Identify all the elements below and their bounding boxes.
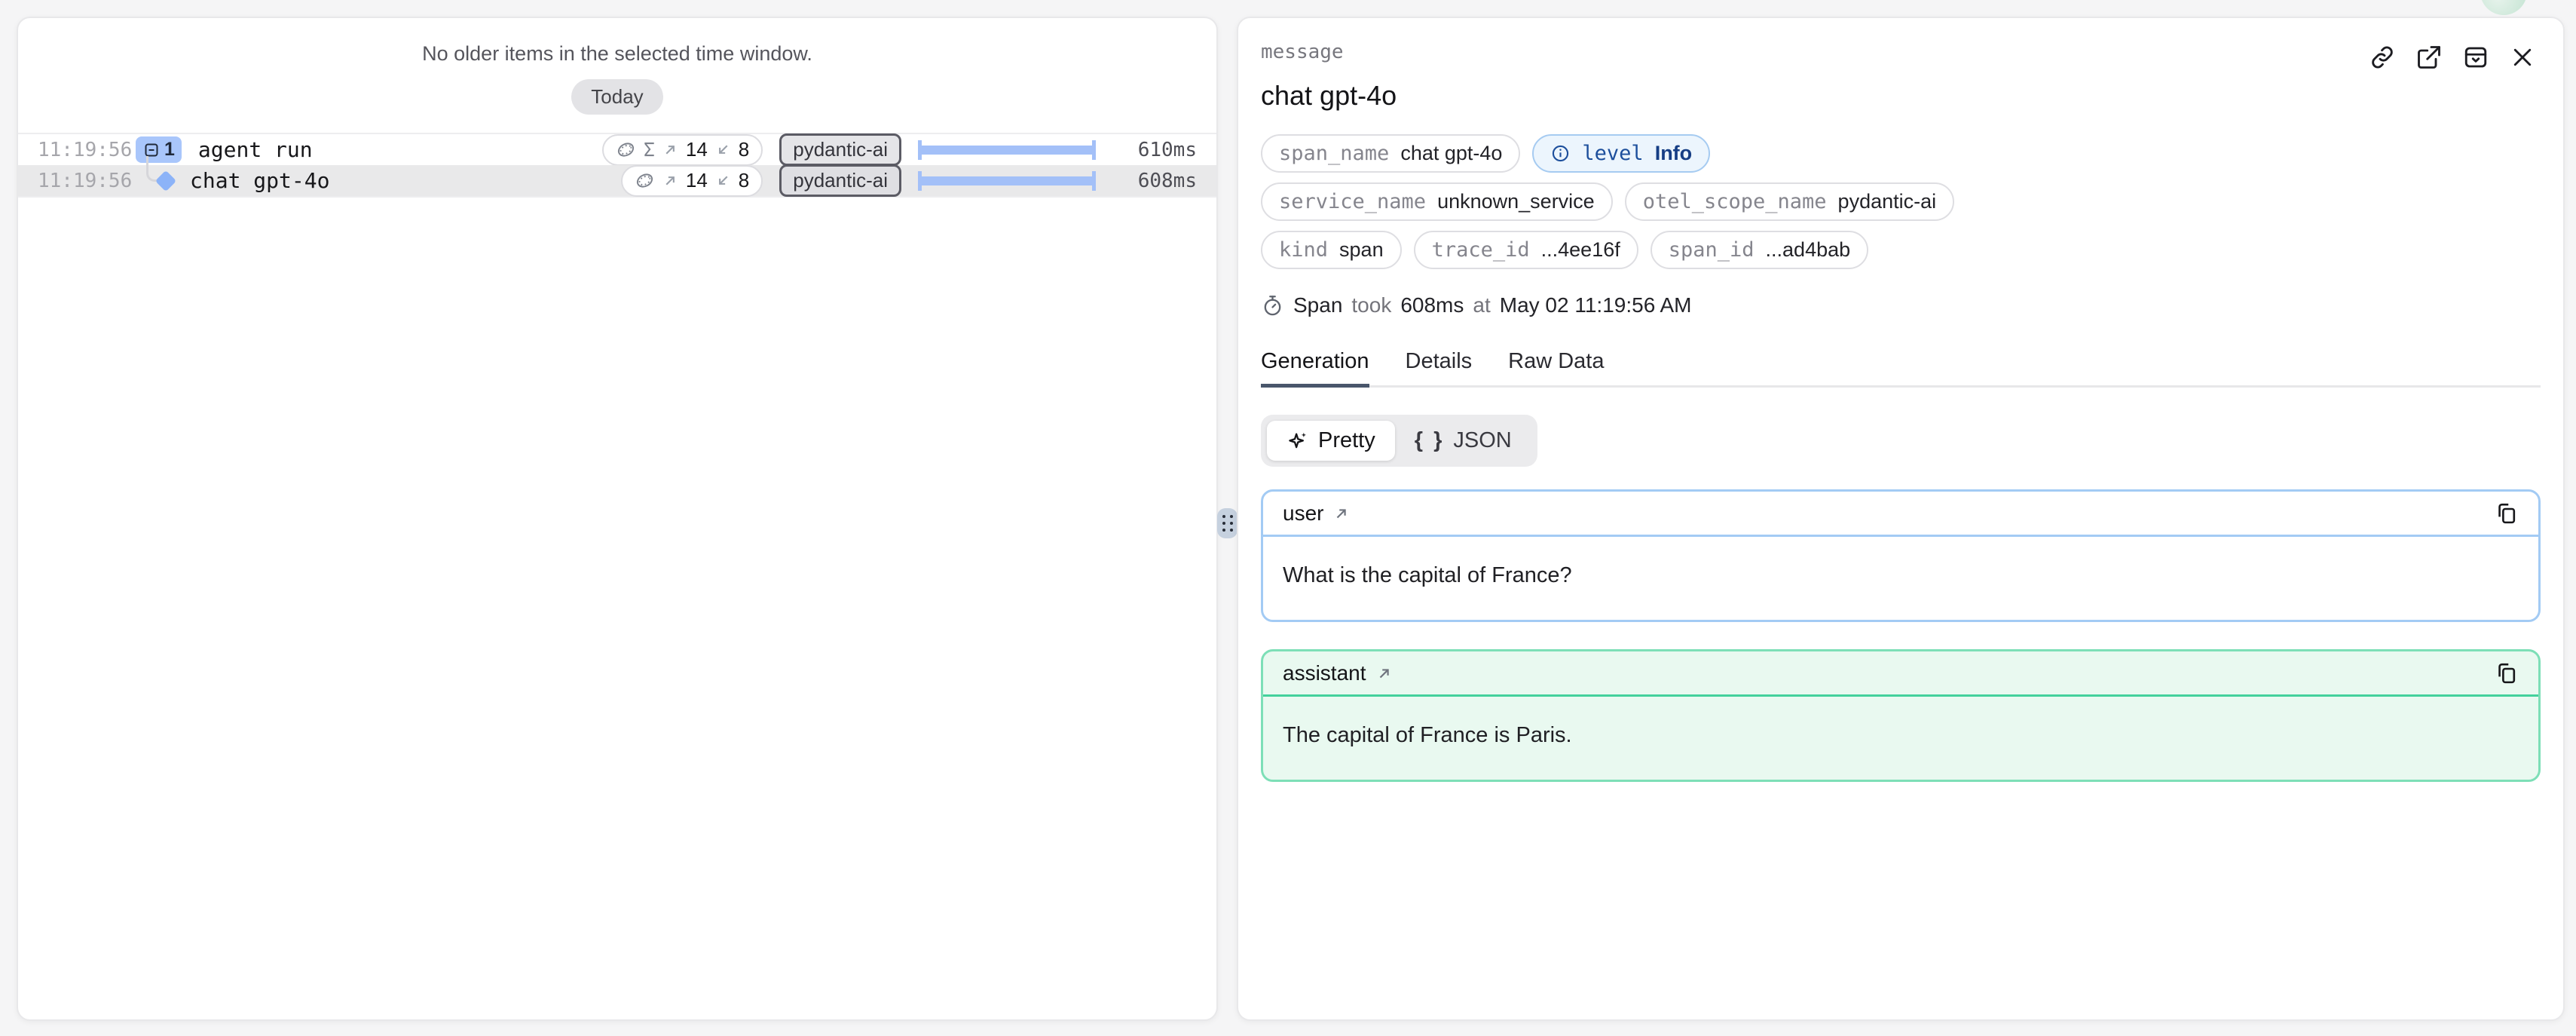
empty-notice: No older items in the selected time wind… [18, 18, 1216, 66]
today-button[interactable]: Today [571, 79, 662, 115]
scope-tag[interactable]: pydantic-ai [779, 164, 901, 197]
input-tokens: 14 [686, 169, 708, 192]
json-toggle[interactable]: { } JSON [1395, 421, 1531, 461]
detail-tabs: Generation Details Raw Data [1261, 349, 2541, 388]
grip-dots-icon [1222, 515, 1233, 532]
span-duration: 610ms [1112, 139, 1197, 161]
message-card-header: assistant [1263, 651, 2538, 697]
trace-rows: 11:19:56 1 agent run [18, 133, 1216, 198]
close-icon[interactable] [2509, 44, 2536, 71]
collapse-panel-icon[interactable] [2462, 44, 2489, 71]
sigma-total-label: Σ [644, 139, 655, 161]
app-screen: No older items in the selected time wind… [0, 0, 2576, 1036]
tag-kind[interactable]: kind span [1261, 231, 1402, 269]
view-mode-toggle: Pretty { } JSON [1261, 415, 1537, 467]
info-icon [1550, 143, 1571, 164]
tag-otel-scope-name[interactable]: otel_scope_name pydantic-ai [1625, 182, 1954, 221]
timing-duration: 608ms [1400, 293, 1464, 317]
tag-span-id[interactable]: span_id ...ad4bab [1651, 231, 1868, 269]
span-name: chat gpt-4o [190, 168, 329, 193]
tag-service-name[interactable]: service_name unknown_service [1261, 182, 1613, 221]
token-usage-pill: 14 8 [621, 165, 763, 197]
token-coin-icon [635, 170, 655, 191]
open-attribute-icon[interactable] [1376, 665, 1393, 682]
open-in-new-icon[interactable] [2415, 44, 2443, 71]
row-timestamp: 11:19:56 [38, 170, 127, 192]
tag-trace-id[interactable]: trace_id ...4ee16f [1414, 231, 1638, 269]
message-role: assistant [1283, 661, 1366, 685]
scope-tag[interactable]: pydantic-ai [779, 133, 901, 166]
tab-details[interactable]: Details [1406, 349, 1473, 385]
timing-timestamp: May 02 11:19:56 AM [1500, 293, 1692, 317]
input-tokens: 14 [686, 138, 708, 161]
message-card-user: user What is the capital of France? [1261, 489, 2541, 622]
panel-resize-handle[interactable] [1217, 508, 1238, 538]
span-timing-line: Span took 608ms at May 02 11:19:56 AM [1261, 293, 2541, 317]
pretty-toggle[interactable]: Pretty [1267, 421, 1395, 461]
copy-icon[interactable] [2494, 661, 2519, 685]
output-tokens: 8 [739, 169, 749, 192]
sparkles-icon [1286, 430, 1309, 452]
trace-row-chat-gpt-4o[interactable]: 11:19:56 chat gpt-4o [18, 165, 1216, 198]
today-wrap: Today [18, 79, 1216, 115]
message-text: What is the capital of France? [1263, 537, 2538, 620]
braces-icon: { } [1415, 428, 1445, 453]
stopwatch-icon [1261, 294, 1284, 317]
output-tokens: 8 [739, 138, 749, 161]
arrow-down-left-icon [715, 173, 731, 189]
span-duration: 608ms [1112, 170, 1197, 192]
tab-raw-data[interactable]: Raw Data [1508, 349, 1604, 385]
token-coin-icon [616, 139, 636, 160]
span-detail-panel: message chat gpt-4o span_name chat gpt-4… [1237, 17, 2565, 1021]
avatar-orb [2480, 0, 2527, 15]
copy-icon[interactable] [2494, 501, 2519, 526]
tab-generation[interactable]: Generation [1261, 349, 1369, 385]
copy-link-icon[interactable] [2369, 44, 2396, 71]
collapse-count: 1 [164, 139, 175, 161]
timing-label: Span [1293, 293, 1342, 317]
message-card-assistant: assistant The capital of France is Paris… [1261, 649, 2541, 782]
message-card-header: user [1263, 492, 2538, 537]
arrow-down-left-icon [715, 142, 731, 158]
span-name: agent run [198, 137, 313, 162]
trace-row-agent-run[interactable]: 11:19:56 1 agent run [18, 133, 1216, 165]
arrow-up-right-icon [662, 173, 678, 189]
span-duration-bar [918, 134, 1096, 166]
message-text: The capital of France is Paris. [1263, 697, 2538, 780]
row-timestamp: 11:19:56 [38, 139, 127, 161]
detail-header-actions [2369, 44, 2536, 71]
page-title: chat gpt-4o [1261, 80, 2541, 112]
tag-span-name[interactable]: span_name chat gpt-4o [1261, 134, 1520, 173]
trace-list-panel: No older items in the selected time wind… [17, 17, 1218, 1021]
open-attribute-icon[interactable] [1333, 505, 1350, 522]
token-usage-pill: Σ 14 8 [602, 134, 763, 166]
arrow-up-right-icon [662, 142, 678, 158]
span-duration-bar [918, 165, 1096, 197]
tag-level[interactable]: level Info [1532, 134, 1710, 173]
span-kind-label: message [1261, 18, 2541, 63]
message-role: user [1283, 501, 1323, 526]
